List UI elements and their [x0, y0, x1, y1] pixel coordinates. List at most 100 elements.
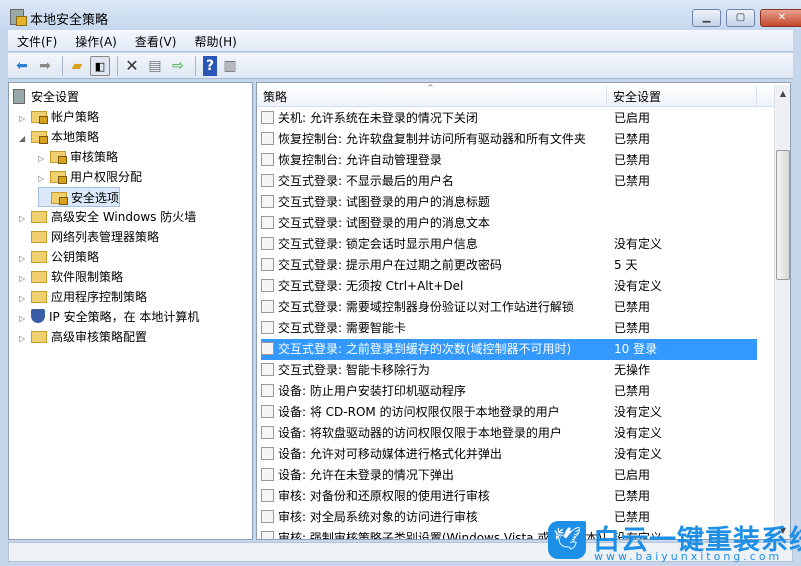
table-row[interactable]: 交互式登录: 试图登录的用户的消息文本	[261, 213, 757, 234]
tree-item[interactable]: ▷ 审核策略	[38, 147, 118, 167]
policy-name: 设备: 允许对可移动媒体进行格式化并弹出	[261, 444, 606, 465]
scrollbar-thumb[interactable]	[776, 150, 790, 280]
policy-label: 关机: 允许系统在未登录的情况下关闭	[278, 111, 478, 125]
expand-arrow-icon[interactable]: ▷	[19, 109, 31, 129]
table-row[interactable]: 交互式登录: 无须按 Ctrl+Alt+Del 没有定义	[261, 276, 757, 297]
minimize-button[interactable]: ▁	[692, 9, 721, 27]
bird-icon: 🕊	[548, 521, 586, 559]
policy-label: 交互式登录: 智能卡移除行为	[278, 363, 430, 377]
watermark-logo: 🕊 白云一键重装系统 www.baiyunxitong.com	[548, 521, 801, 566]
expand-arrow-icon[interactable]: ▷	[19, 209, 31, 229]
policy-name: 交互式登录: 锁定会话时显示用户信息	[261, 234, 606, 255]
export-icon[interactable]: ⇨	[168, 56, 188, 76]
policy-name: 交互式登录: 之前登录到缓存的次数(域控制器不可用时)	[261, 339, 606, 360]
policy-label: 交互式登录: 锁定会话时显示用户信息	[278, 237, 478, 251]
table-row[interactable]: 审核: 对备份和还原权限的使用进行审核 已禁用	[261, 486, 757, 507]
tree-item[interactable]: ▷ 帐户策略	[19, 107, 99, 127]
policy-icon	[261, 174, 274, 187]
show-action-pane-icon[interactable]: ▥	[220, 56, 240, 76]
table-row[interactable]: 设备: 允许在未登录的情况下弹出 已启用	[261, 465, 757, 486]
table-row[interactable]: 关机: 允许系统在未登录的情况下关闭 已启用	[261, 108, 757, 129]
policy-icon	[261, 279, 274, 292]
expand-arrow-icon[interactable]: ▷	[19, 269, 31, 289]
table-row[interactable]: 恢复控制台: 允许自动管理登录 已禁用	[261, 150, 757, 171]
tree-item[interactable]: ▷ 用户权限分配	[38, 167, 142, 187]
delete-icon[interactable]: ✕	[122, 56, 142, 76]
policy-icon	[261, 510, 274, 523]
table-row[interactable]: 交互式登录: 试图登录的用户的消息标题	[261, 192, 757, 213]
folder-icon	[31, 331, 47, 343]
menu-action[interactable]: 操作(A)	[66, 30, 126, 53]
scroll-up-button[interactable]: ▲	[775, 85, 790, 102]
back-icon[interactable]: ⬅	[12, 56, 32, 76]
policy-label: 恢复控制台: 允许软盘复制并访问所有驱动器和所有文件夹	[278, 132, 586, 146]
policy-label: 设备: 将软盘驱动器的访问权限仅限于本地登录的用户	[278, 426, 562, 440]
expand-arrow-icon[interactable]: ▷	[19, 289, 31, 309]
close-button[interactable]: ✕	[760, 9, 801, 27]
menu-help[interactable]: 帮助(H)	[185, 30, 245, 53]
table-row[interactable]: 设备: 防止用户安装打印机驱动程序 已禁用	[261, 381, 757, 402]
table-row[interactable]: 交互式登录: 不显示最后的用户名 已禁用	[261, 171, 757, 192]
tree-item-label: 公钥策略	[51, 250, 100, 264]
policy-name: 交互式登录: 无须按 Ctrl+Alt+Del	[261, 276, 606, 297]
table-row[interactable]: 交互式登录: 之前登录到缓存的次数(域控制器不可用时) 10 登录	[261, 339, 757, 360]
table-row[interactable]: 交互式登录: 需要智能卡 已禁用	[261, 318, 757, 339]
watermark-url: www.baiyunxitong.com	[594, 550, 783, 563]
properties-icon[interactable]: ▤	[145, 56, 165, 76]
expand-arrow-icon[interactable]: ▷	[38, 169, 50, 189]
menu-view[interactable]: 查看(V)	[126, 30, 186, 53]
maximize-button[interactable]: ▢	[726, 9, 755, 27]
policy-icon	[261, 216, 274, 229]
expand-arrow-icon[interactable]: ◢	[19, 129, 31, 149]
table-row[interactable]: 交互式登录: 智能卡移除行为 无操作	[261, 360, 757, 381]
show-hide-tree-icon[interactable]: ◧	[90, 56, 110, 76]
policy-name: 交互式登录: 试图登录的用户的消息标题	[261, 192, 606, 213]
tree-item[interactable]: 安全选项	[38, 187, 121, 207]
tree-item[interactable]: ▷ IP 安全策略，在 本地计算机	[19, 307, 199, 327]
tree-item[interactable]: ▷ 高级审核策略配置	[19, 327, 147, 347]
column-header-policy[interactable]: 策略	[257, 85, 607, 107]
table-row[interactable]: 设备: 将软盘驱动器的访问权限仅限于本地登录的用户 没有定义	[261, 423, 757, 444]
column-header-setting[interactable]: 安全设置	[607, 85, 757, 107]
tree-item[interactable]: ▷ 软件限制策略	[19, 267, 123, 287]
policy-name: 设备: 将 CD-ROM 的访问权限仅限于本地登录的用户	[261, 402, 606, 423]
table-row[interactable]: 设备: 允许对可移动媒体进行格式化并弹出 没有定义	[261, 444, 757, 465]
policy-name: 交互式登录: 需要域控制器身份验证以对工作站进行解锁	[261, 297, 606, 318]
table-row[interactable]: 交互式登录: 需要域控制器身份验证以对工作站进行解锁 已禁用	[261, 297, 757, 318]
expand-arrow-icon[interactable]: ▷	[38, 149, 50, 169]
up-folder-icon[interactable]: ▰	[67, 56, 87, 76]
tree-item[interactable]: 网络列表管理器策略	[19, 227, 159, 247]
table-row[interactable]: 交互式登录: 提示用户在过期之前更改密码 5 天	[261, 255, 757, 276]
separator	[62, 56, 63, 76]
tree-item[interactable]: ◢ 本地策略	[19, 127, 99, 147]
folder-icon	[51, 192, 68, 205]
vertical-scrollbar[interactable]: ▲ ▼	[774, 85, 790, 539]
tree-item[interactable]: ▷ 应用程序控制策略	[19, 287, 147, 307]
folder-icon	[31, 271, 47, 283]
policy-icon	[261, 258, 274, 271]
table-row[interactable]: 恢复控制台: 允许软盘复制并访问所有驱动器和所有文件夹 已禁用	[261, 129, 757, 150]
expand-arrow-icon[interactable]: ▷	[19, 329, 31, 349]
policy-icon	[261, 447, 274, 460]
table-row[interactable]: 设备: 将 CD-ROM 的访问权限仅限于本地登录的用户 没有定义	[261, 402, 757, 423]
expand-arrow-icon[interactable]: ▷	[19, 309, 31, 329]
tree-item[interactable]: ▷ 公钥策略	[19, 247, 99, 267]
policy-icon	[261, 153, 274, 166]
policy-icon	[261, 363, 274, 376]
forward-icon[interactable]: ➡	[35, 56, 55, 76]
tree-item[interactable]: 安全设置	[13, 87, 79, 107]
policy-icon	[261, 132, 274, 145]
help-icon[interactable]: ?	[203, 56, 217, 76]
expand-arrow-icon[interactable]: ▷	[19, 249, 31, 269]
tree-item[interactable]: ▷ 高级安全 Windows 防火墙	[19, 207, 196, 227]
table-row[interactable]: 交互式登录: 锁定会话时显示用户信息 没有定义	[261, 234, 757, 255]
folder-icon	[31, 291, 47, 303]
list-header: ^ 策略 安全设置	[257, 83, 774, 107]
folder-icon	[31, 251, 47, 263]
policy-name: 设备: 防止用户安装打印机驱动程序	[261, 381, 606, 402]
tree-item-label: 软件限制策略	[51, 270, 124, 284]
menu-file[interactable]: 文件(F)	[8, 30, 66, 53]
policy-setting: 已禁用	[614, 174, 651, 188]
tree-item-label: 帐户策略	[51, 110, 100, 124]
policy-setting: 已禁用	[614, 321, 651, 335]
